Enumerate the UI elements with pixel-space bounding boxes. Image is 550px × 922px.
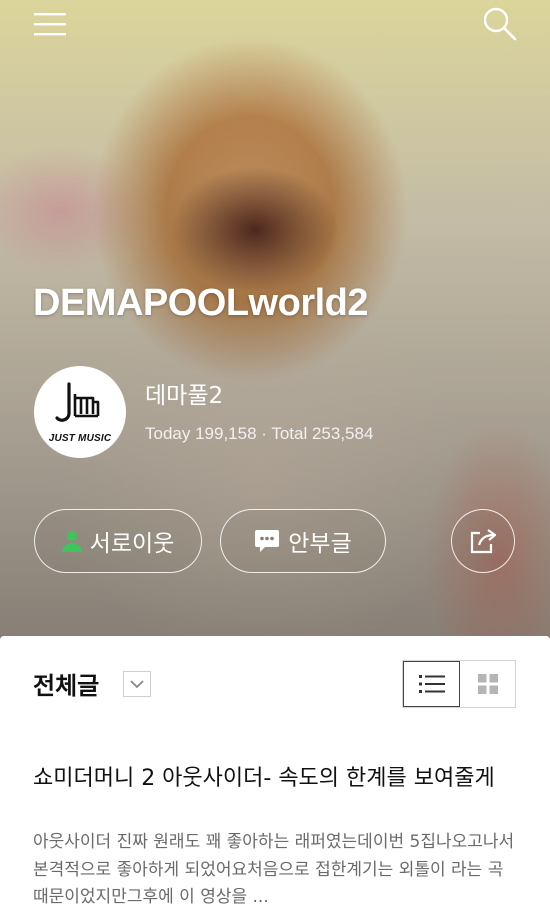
chevron-down-icon (130, 679, 144, 689)
share-icon (468, 526, 498, 556)
post-title[interactable]: 쇼미더머니 2 아웃사이더- 속도의 한계를 보여줄게 (33, 763, 513, 795)
view-toggle (402, 660, 516, 708)
blog-cover: DEMAPOOLworld2 JUST MUSIC 데마풀2 Today 199… (0, 0, 550, 640)
avatar-logo-text: JUST MUSIC (48, 433, 112, 444)
mutual-neighbor-label: 서로이웃 (89, 531, 175, 557)
just-music-logo-icon (55, 382, 100, 422)
search-icon[interactable] (478, 4, 522, 44)
mutual-neighbor-button[interactable]: 서로이웃 (34, 509, 202, 573)
hamburger-menu-icon[interactable] (28, 6, 72, 42)
guestbook-label: 안부글 (288, 531, 352, 557)
blog-nickname[interactable]: 데마풀2 (145, 376, 223, 410)
speech-bubble-icon (254, 529, 280, 553)
list-view-icon (418, 673, 445, 695)
blog-title: DEMAPOOLworld2 (33, 282, 369, 324)
category-dropdown[interactable] (123, 671, 151, 697)
post-excerpt[interactable]: 아웃사이더 진짜 원래도 꽤 좋아하는 래퍼였는데이번 5집나오고나서 본격적으… (33, 829, 518, 912)
list-view-button[interactable] (403, 661, 460, 707)
grid-view-button[interactable] (460, 661, 515, 707)
person-icon (61, 530, 82, 552)
guestbook-button[interactable]: 안부글 (220, 509, 386, 573)
visitor-stats: Today 199,158 · Total 253,584 (145, 424, 374, 443)
share-button[interactable] (451, 509, 515, 573)
grid-view-icon (477, 673, 499, 695)
post-list-card: 전체글 쇼미더머니 2 아웃사이더- 속도의 한계를 보여줄게 아웃사이더 진짜… (0, 636, 550, 922)
avatar[interactable]: JUST MUSIC (34, 366, 126, 458)
category-title[interactable]: 전체글 (33, 666, 99, 701)
